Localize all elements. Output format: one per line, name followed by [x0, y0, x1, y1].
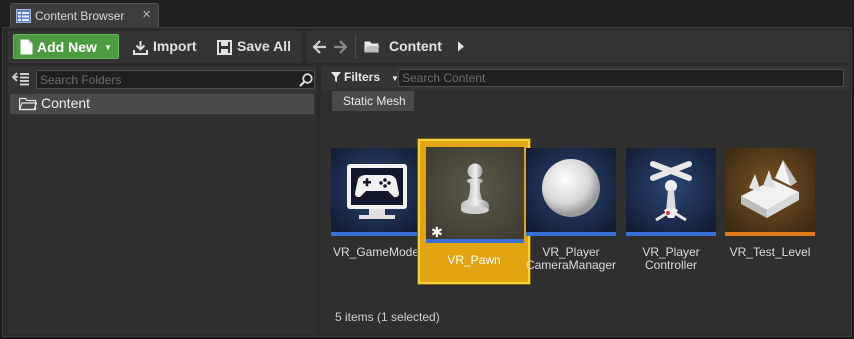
level-icon	[725, 148, 815, 236]
search-folders-field[interactable]	[36, 70, 315, 89]
close-icon[interactable]: ✕	[142, 8, 151, 21]
search-icon[interactable]	[299, 73, 313, 87]
pawn-icon: ✱	[426, 147, 524, 243]
import-label: Import	[153, 38, 197, 54]
toggle-sources-icon[interactable]	[12, 72, 29, 86]
asset-name: VR_Player CameraManager	[522, 246, 620, 272]
asset-type-stripe	[526, 232, 616, 236]
content-browser-panel: Add New ▼ Import Save All Content Search…	[2, 27, 852, 337]
asset-tile-vr-pawn[interactable]: ✱ VR_Pawn	[418, 139, 530, 284]
back-arrow-icon[interactable]	[313, 40, 327, 54]
main-toolbar: Add New ▼ Import Save All	[8, 31, 302, 63]
folder-search-bar	[8, 66, 316, 94]
svg-text:✱: ✱	[431, 225, 443, 241]
asset-view-panel: Filters ▼ Static Mesh	[321, 66, 849, 334]
content-browser-icon	[16, 9, 31, 23]
folder-label: Content	[41, 95, 91, 111]
tab-content-browser[interactable]: Content Browser ✕	[10, 3, 159, 28]
player-controller-icon	[626, 148, 716, 236]
navigation-bar: Content	[307, 31, 849, 63]
asset-type-stripe	[331, 232, 421, 236]
filter-chip-static-mesh[interactable]: Static Mesh	[329, 91, 414, 111]
asset-name: VR_Test_Level	[729, 245, 811, 259]
search-content-field[interactable]	[398, 69, 844, 87]
tab-title: Content Browser	[35, 9, 125, 23]
filter-icon	[331, 72, 341, 82]
sphere-icon	[526, 148, 616, 236]
asset-name-line2: Controller	[644, 258, 698, 272]
status-text: 5 items (1 selected)	[335, 310, 440, 324]
add-new-button[interactable]: Add New ▼	[13, 34, 119, 59]
forward-arrow-icon[interactable]	[333, 40, 347, 54]
asset-name-line2: CameraManager	[525, 258, 617, 272]
asset-name: VR_Pawn	[447, 253, 501, 267]
save-icon	[217, 40, 232, 55]
gamepad-monitor-icon	[331, 148, 421, 236]
add-new-label: Add New	[37, 39, 97, 55]
search-content-input[interactable]	[402, 71, 832, 85]
search-folders-input[interactable]	[40, 72, 292, 87]
folder-tree-item-content[interactable]: Content	[10, 94, 314, 114]
filter-chip-label: Static Mesh	[343, 94, 406, 108]
asset-type-stripe	[725, 232, 815, 236]
import-icon	[133, 41, 148, 55]
folder-tree-panel: Content	[8, 66, 316, 334]
folder-open-icon	[364, 41, 380, 53]
asset-name: VR_GameMode	[332, 245, 420, 259]
filter-bar: Filters ▼	[321, 66, 849, 90]
import-button[interactable]: Import	[133, 38, 197, 58]
filters-label: Filters	[344, 70, 381, 84]
asset-name: VR_Player Controller	[622, 246, 720, 272]
save-all-button[interactable]: Save All	[217, 38, 297, 58]
chevron-right-icon[interactable]	[457, 41, 465, 52]
tab-strip: Content Browser ✕	[0, 0, 854, 28]
divider	[355, 35, 356, 59]
asset-type-stripe	[626, 232, 716, 236]
chevron-down-icon: ▼	[104, 43, 112, 52]
breadcrumb-content[interactable]: Content	[389, 38, 442, 54]
save-all-label: Save All	[237, 38, 291, 54]
new-document-icon	[20, 39, 33, 55]
folder-open-icon	[19, 97, 37, 111]
